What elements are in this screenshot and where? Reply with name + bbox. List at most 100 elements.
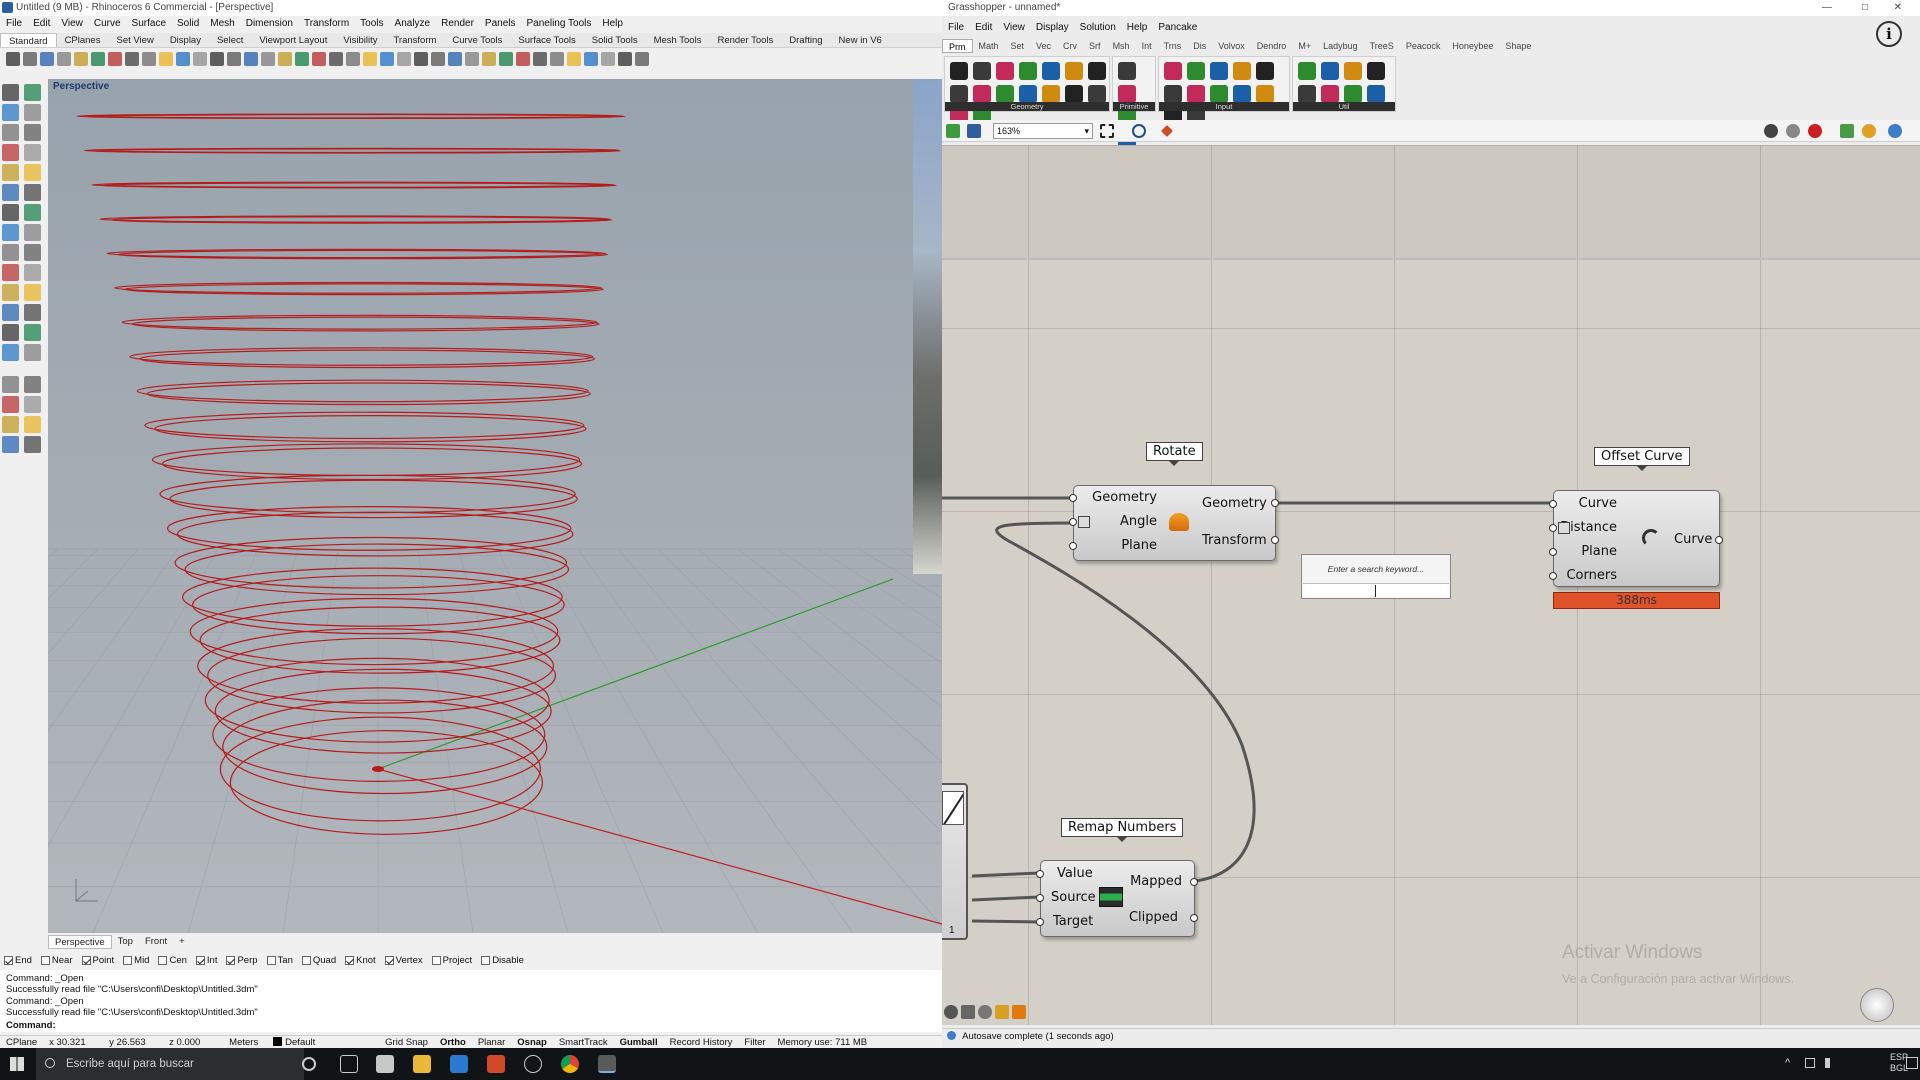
remap-numbers-component[interactable]: Value Source Target Mapped Clipped xyxy=(1036,860,1198,937)
toolbar-tool-icon[interactable] xyxy=(261,52,275,66)
gh-tab[interactable]: Prm xyxy=(942,39,973,53)
widget-icon[interactable] xyxy=(995,1005,1009,1019)
left-tool-icon[interactable] xyxy=(2,84,19,101)
input-pin[interactable] xyxy=(1549,572,1557,580)
gh-component-icon[interactable] xyxy=(1019,85,1037,103)
preview-eye-icon[interactable] xyxy=(1132,124,1146,138)
osnap-cen[interactable]: Cen xyxy=(158,955,187,966)
osnap-end[interactable]: End xyxy=(4,955,32,966)
info-icon[interactable]: i xyxy=(1876,21,1902,47)
osnap-checkbox[interactable] xyxy=(195,955,205,965)
osnap-project[interactable]: Project xyxy=(431,955,472,966)
command-prompt[interactable]: Command: xyxy=(0,1020,942,1032)
gh-component-icon[interactable] xyxy=(1164,85,1182,103)
gh-component-icon[interactable] xyxy=(1187,85,1205,103)
gh-component-icon[interactable] xyxy=(1118,85,1136,103)
rotate-input-plane[interactable]: Plane xyxy=(1121,538,1157,553)
display-mode-icon[interactable] xyxy=(1862,124,1876,138)
toolbar-tool-icon[interactable] xyxy=(278,52,292,66)
osnap-disable[interactable]: Disable xyxy=(481,955,524,966)
left-tool-icon[interactable] xyxy=(2,284,19,301)
toolbar-tool-icon[interactable] xyxy=(465,52,479,66)
gh-menu-item[interactable]: Edit xyxy=(975,20,992,36)
toolbar-tool-icon[interactable] xyxy=(295,52,309,66)
gh-canvas[interactable]: Rotate Geometry Angle Plane Geometry Tra… xyxy=(942,145,1920,1025)
gh-component-icon[interactable] xyxy=(1088,62,1106,80)
input-pin[interactable] xyxy=(1069,494,1077,502)
rhino-taskbar-icon[interactable] xyxy=(376,1055,394,1073)
remap-input-source[interactable]: Source xyxy=(1051,890,1096,905)
gh-component-icon[interactable] xyxy=(1164,62,1182,80)
preview-wireframe-icon[interactable] xyxy=(1764,124,1778,138)
left-tool-icon[interactable] xyxy=(24,284,41,301)
gh-component-icon[interactable] xyxy=(1256,62,1274,80)
rhino-menu-item[interactable]: Render xyxy=(441,16,474,32)
gh-component-icon[interactable] xyxy=(1367,85,1385,103)
left-tool-icon[interactable] xyxy=(2,436,19,453)
toolbar-tool-icon[interactable] xyxy=(23,52,37,66)
gh-menu-item[interactable]: Pancake xyxy=(1158,20,1197,36)
status-gumball[interactable]: Gumball xyxy=(614,1036,664,1048)
left-tool-icon[interactable] xyxy=(2,324,19,341)
tray-chevron-icon[interactable]: ^ xyxy=(1785,1057,1790,1069)
input-pin[interactable] xyxy=(1549,500,1557,508)
toolbar-tool-icon[interactable] xyxy=(363,52,377,66)
left-tool-icon[interactable] xyxy=(24,104,41,121)
left-tool-icon[interactable] xyxy=(24,164,41,181)
output-pin[interactable] xyxy=(1190,878,1198,886)
toolbar-tool-icon[interactable] xyxy=(567,52,581,66)
osnap-checkbox[interactable] xyxy=(81,955,91,965)
left-tool-icon[interactable] xyxy=(24,84,41,101)
left-tool-icon[interactable] xyxy=(24,244,41,261)
toolbar-tool-icon[interactable] xyxy=(91,52,105,66)
helix-curve[interactable] xyxy=(151,443,581,477)
gh-tab[interactable]: TreeS xyxy=(1364,39,1400,53)
toolbar-tool-icon[interactable] xyxy=(499,52,513,66)
left-tool-icon[interactable] xyxy=(24,264,41,281)
toolbar-tool-icon[interactable] xyxy=(635,52,649,66)
osnap-checkbox[interactable] xyxy=(345,955,355,965)
osnap-checkbox[interactable] xyxy=(226,955,236,965)
gh-tab[interactable]: Peacock xyxy=(1400,39,1447,53)
task-view-icon[interactable] xyxy=(340,1055,358,1073)
rhino-tab[interactable]: Visibility xyxy=(335,33,385,47)
rhino-menu-item[interactable]: View xyxy=(61,16,83,32)
left-tool-icon[interactable] xyxy=(24,416,41,433)
helix-curve[interactable] xyxy=(197,627,555,704)
toolbar-tool-icon[interactable] xyxy=(397,52,411,66)
helix-curve[interactable] xyxy=(229,730,543,835)
rotate-component[interactable]: Geometry Angle Plane Geometry Transform xyxy=(1069,485,1279,561)
cortana-icon[interactable] xyxy=(302,1057,316,1071)
offset-output-curve[interactable]: Curve xyxy=(1674,532,1712,547)
left-tool-icon[interactable] xyxy=(2,416,19,433)
helix-curve[interactable] xyxy=(182,567,563,627)
maximize-icon[interactable]: □ xyxy=(1862,0,1868,16)
gh-component-icon[interactable] xyxy=(1019,62,1037,80)
left-tool-icon[interactable] xyxy=(2,376,19,393)
toolbar-tool-icon[interactable] xyxy=(346,52,360,66)
windows-start-icon[interactable] xyxy=(10,1057,24,1071)
left-tool-icon[interactable] xyxy=(24,436,41,453)
toolbar-tool-icon[interactable] xyxy=(74,52,88,66)
toolbar-tool-icon[interactable] xyxy=(414,52,428,66)
remap-input-value[interactable]: Value xyxy=(1057,866,1093,881)
bake-icon[interactable] xyxy=(1840,124,1854,138)
gh-tab[interactable]: Volvox xyxy=(1212,39,1251,53)
toolbar-tool-icon[interactable] xyxy=(57,52,71,66)
gh-tab[interactable]: Vec xyxy=(1030,39,1057,53)
component-search-popup[interactable]: Enter a search keyword... xyxy=(1301,554,1451,599)
preview-selected-icon[interactable] xyxy=(1808,124,1822,138)
perspective-viewport[interactable]: Perspective xyxy=(48,79,942,933)
left-tool-icon[interactable] xyxy=(2,224,19,241)
status-units[interactable]: Meters xyxy=(223,1036,267,1048)
rhino-tab[interactable]: Solid Tools xyxy=(584,33,646,47)
gh-tab[interactable]: Srf xyxy=(1083,39,1107,53)
output-pin[interactable] xyxy=(1271,499,1279,507)
left-tool-icon[interactable] xyxy=(24,396,41,413)
osnap-checkbox[interactable] xyxy=(431,955,441,965)
gh-component-icon[interactable] xyxy=(1321,85,1339,103)
zoom-extents-icon[interactable] xyxy=(1100,124,1114,138)
preview-shaded-icon[interactable] xyxy=(1786,124,1800,138)
offset-input-curve[interactable]: Curve xyxy=(1579,496,1617,511)
widget-icon[interactable] xyxy=(978,1005,992,1019)
